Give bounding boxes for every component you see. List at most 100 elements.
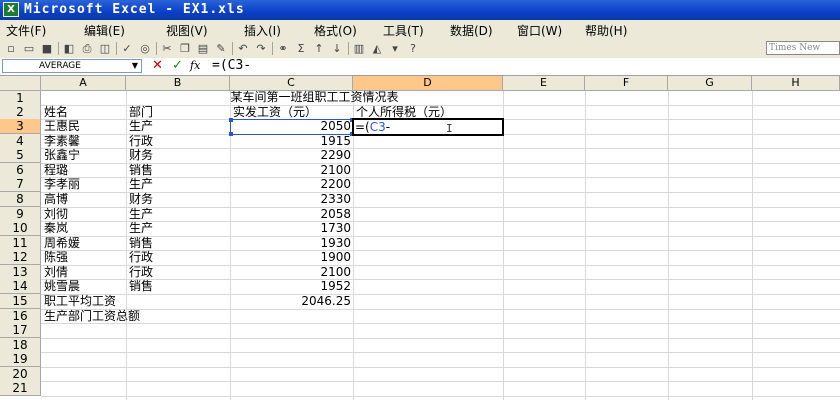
cell-dept[interactable]: 财务 (129, 148, 153, 163)
chart-wizard-icon[interactable]: ▥ (352, 42, 366, 55)
hyperlink-icon[interactable]: ⚭ (276, 42, 290, 55)
sheet-title[interactable]: 某车间第一班组职工工资情况表 (126, 90, 503, 105)
permission-icon[interactable]: ◧ (62, 42, 76, 55)
cell-name[interactable]: 刘彻 (44, 207, 68, 222)
reference-handle[interactable] (229, 132, 233, 136)
row-header[interactable]: 14 (0, 279, 41, 294)
select-all-corner[interactable] (0, 76, 41, 91)
row-header[interactable]: 20 (0, 367, 41, 382)
menu-view[interactable]: 视图(V) (166, 22, 208, 39)
row-header[interactable]: 8 (0, 192, 41, 207)
cell-salary[interactable]: 2058 (230, 207, 351, 222)
name-box-dropdown-icon[interactable]: ▼ (130, 61, 140, 71)
row-header[interactable]: 1 (0, 91, 41, 106)
zoom-icon[interactable]: ▾ (388, 42, 402, 55)
cell-dept[interactable]: 销售 (129, 163, 153, 178)
row-header[interactable]: 13 (0, 265, 41, 280)
row-header[interactable]: 10 (0, 221, 41, 236)
menu-tools[interactable]: 工具(T) (383, 22, 424, 39)
row-header[interactable]: 18 (0, 338, 41, 353)
cell-salary[interactable]: 2100 (230, 265, 351, 280)
cell-salary[interactable]: 1930 (230, 236, 351, 251)
average-value[interactable]: 2046.25 (230, 294, 351, 309)
cell-salary[interactable]: 1730 (230, 221, 351, 236)
cell-dept[interactable]: 生产 (129, 207, 153, 222)
print-preview-icon[interactable]: ◫ (98, 42, 112, 55)
menu-file[interactable]: 文件(F) (6, 22, 46, 39)
cell-dept[interactable]: 销售 (129, 236, 153, 251)
cell-salary[interactable]: 1952 (230, 279, 351, 294)
cell-name[interactable]: 王惠民 (44, 119, 80, 134)
header-salary[interactable]: 实发工资（元） (233, 105, 317, 120)
drawing-icon[interactable]: ◭ (370, 42, 384, 55)
print-icon[interactable]: ⎙ (80, 42, 94, 55)
cell-name[interactable]: 李素馨 (44, 134, 80, 149)
cell-dept[interactable]: 行政 (129, 250, 153, 265)
cell-name[interactable]: 张鑫宁 (44, 148, 80, 163)
menu-format[interactable]: 格式(O) (314, 22, 357, 39)
cell-dept[interactable]: 行政 (129, 134, 153, 149)
name-box[interactable]: AVERAGE ▼ (2, 59, 142, 73)
format-painter-icon[interactable]: ✎ (214, 42, 228, 55)
menu-window[interactable]: 窗口(W) (517, 22, 562, 39)
cell-name[interactable]: 姚雪晨 (44, 279, 80, 294)
row-header[interactable]: 16 (0, 309, 41, 324)
row-header[interactable]: 3 (0, 119, 41, 134)
menu-edit[interactable]: 编辑(E) (84, 22, 125, 39)
row-header[interactable]: 2 (0, 105, 41, 120)
cell-name[interactable]: 李孝丽 (44, 177, 80, 192)
save-icon[interactable]: ■ (40, 42, 54, 55)
column-header-a[interactable]: A (41, 76, 126, 91)
formula-input[interactable]: =(C3- (212, 59, 832, 73)
row-header[interactable]: 19 (0, 352, 41, 367)
row-header[interactable]: 5 (0, 148, 41, 163)
row-header[interactable]: 11 (0, 236, 41, 251)
research-icon[interactable]: ◎ (138, 42, 152, 55)
insert-function-icon[interactable]: fx (190, 59, 200, 72)
cell-salary[interactable]: 2330 (230, 192, 351, 207)
row-header[interactable]: 7 (0, 177, 41, 192)
row-header[interactable]: 15 (0, 294, 41, 309)
cell-name[interactable]: 刘倩 (44, 265, 68, 280)
column-header-b[interactable]: B (126, 76, 230, 91)
header-dept[interactable]: 部门 (129, 105, 153, 120)
copy-icon[interactable]: ❐ (178, 42, 192, 55)
cell-salary[interactable]: 2290 (230, 148, 351, 163)
average-label[interactable]: 职工平均工资 (44, 294, 116, 309)
column-header-h[interactable]: H (752, 76, 840, 91)
font-name-box[interactable]: Times New (766, 41, 840, 55)
cell-dept[interactable]: 销售 (129, 279, 153, 294)
row-header[interactable]: 17 (0, 323, 41, 338)
cell-dept[interactable]: 行政 (129, 265, 153, 280)
column-header-f[interactable]: F (585, 76, 668, 91)
cancel-icon[interactable]: ✕ (152, 58, 163, 73)
cell-dept[interactable]: 生产 (129, 119, 153, 134)
cell-dept[interactable]: 财务 (129, 192, 153, 207)
cell-salary[interactable]: 2100 (230, 163, 351, 178)
paste-icon[interactable]: ▤ (196, 42, 210, 55)
production-total-label[interactable]: 生产部门工资总额 (44, 309, 140, 324)
cell-salary[interactable]: 1900 (230, 250, 351, 265)
sort-descending-icon[interactable]: ↓ (330, 42, 344, 55)
row-header[interactable]: 4 (0, 134, 41, 149)
cell-dept[interactable]: 生产 (129, 177, 153, 192)
column-header-c[interactable]: C (230, 76, 353, 91)
cut-icon[interactable]: ✂ (160, 42, 174, 55)
new-icon[interactable]: ▫ (4, 42, 18, 55)
row-header[interactable]: 6 (0, 163, 41, 178)
spelling-icon[interactable]: ✓ (120, 42, 134, 55)
reference-handle[interactable] (229, 118, 233, 122)
header-name[interactable]: 姓名 (44, 105, 68, 120)
open-icon[interactable]: ▭ (22, 42, 36, 55)
cell-name[interactable]: 程璐 (44, 163, 68, 178)
row-header[interactable]: 21 (0, 381, 41, 396)
cell-name[interactable]: 秦岚 (44, 221, 68, 236)
cell-dept[interactable]: 生产 (129, 221, 153, 236)
row-header[interactable]: 12 (0, 250, 41, 265)
sort-ascending-icon[interactable]: ↑ (312, 42, 326, 55)
autosum-icon[interactable]: Σ (294, 42, 308, 55)
row-header[interactable]: 9 (0, 207, 41, 222)
worksheet-grid[interactable]: A B C D E F G H 1 2 3 4 5 6 7 8 9 10 11 … (0, 76, 840, 400)
cell-name[interactable]: 周希媛 (44, 236, 80, 251)
menu-data[interactable]: 数据(D) (450, 22, 493, 39)
